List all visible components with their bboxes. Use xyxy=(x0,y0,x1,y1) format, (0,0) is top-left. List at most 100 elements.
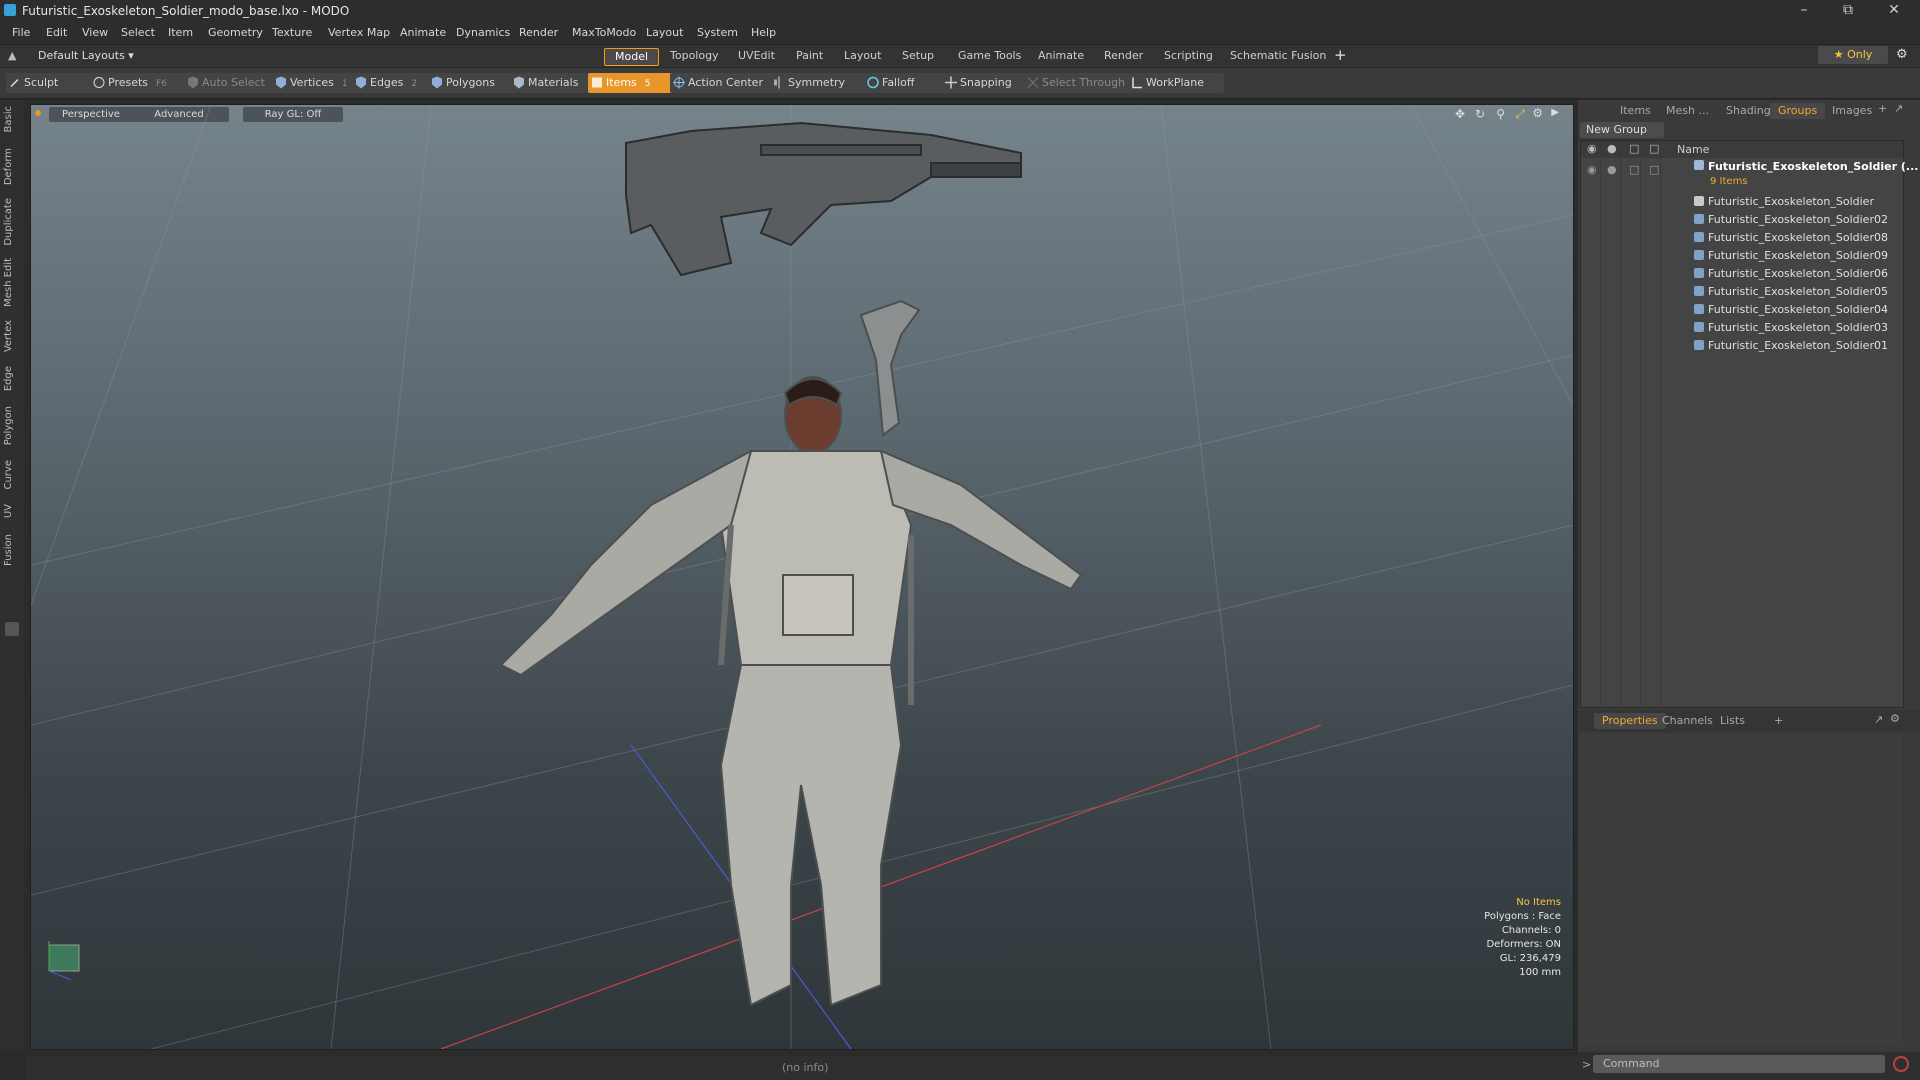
list-item[interactable]: Futuristic_Exoskeleton_Soldier06 xyxy=(1694,265,1888,282)
3d-viewport[interactable]: Perspective Advanced Ray GL: Off ✥ ↻ ⚲ ⤢… xyxy=(30,104,1574,1050)
tab-mesh-edit[interactable]: Mesh Edit xyxy=(3,258,21,307)
group-visibility-toggle[interactable]: ◉ xyxy=(1587,163,1597,176)
tab-animate[interactable]: Animate xyxy=(1028,48,1094,64)
action-center-button[interactable]: Action Center xyxy=(670,73,782,93)
tab-groups[interactable]: Groups xyxy=(1770,103,1826,119)
vertices-button[interactable]: Vertices 1 xyxy=(272,73,364,93)
edges-shortcut: 2 xyxy=(411,79,418,89)
expand-icon[interactable]: ↗ xyxy=(1894,102,1903,115)
properties-settings-icon[interactable]: ⚙ xyxy=(1890,712,1900,725)
presets-shortcut: F6 xyxy=(156,79,167,89)
menu-layout[interactable]: Layout xyxy=(646,26,683,39)
tab-paint[interactable]: Paint xyxy=(786,48,833,64)
new-group-button[interactable]: New Group xyxy=(1580,122,1664,138)
gear-icon[interactable]: ⚙ xyxy=(1896,47,1908,62)
select-through-button[interactable]: Select Through xyxy=(1024,73,1142,93)
menu-dynamics[interactable]: Dynamics xyxy=(456,26,510,39)
items-icon xyxy=(592,77,602,88)
tab-fusion[interactable]: Fusion xyxy=(3,534,21,566)
tab-layout[interactable]: Layout xyxy=(834,48,891,64)
menu-view[interactable]: View xyxy=(82,26,108,39)
tab-scripting[interactable]: Scripting xyxy=(1154,48,1223,64)
menu-animate[interactable]: Animate xyxy=(400,26,446,39)
polygons-button[interactable]: Polygons xyxy=(428,73,522,93)
presets-button[interactable]: Presets F6 xyxy=(90,73,188,93)
minimize-button[interactable]: – xyxy=(1784,0,1824,22)
panel-toggle-icon[interactable] xyxy=(5,622,19,636)
snapping-icon xyxy=(945,76,957,89)
tab-lists[interactable]: Lists xyxy=(1712,713,1753,729)
symmetry-button[interactable]: Symmetry xyxy=(770,73,872,93)
group-render-toggle[interactable]: ● xyxy=(1607,163,1617,176)
list-item[interactable]: Futuristic_Exoskeleton_Soldier01 xyxy=(1694,337,1888,354)
tab-edge[interactable]: Edge xyxy=(3,366,21,391)
falloff-button[interactable]: Falloff xyxy=(864,73,946,93)
items-button[interactable]: Items 5 xyxy=(588,73,674,93)
tab-mesh[interactable]: Mesh ... xyxy=(1658,103,1717,119)
list-item[interactable]: Futuristic_Exoskeleton_Soldier05 xyxy=(1694,283,1888,300)
close-button[interactable]: ✕ xyxy=(1874,0,1914,22)
tab-curve[interactable]: Curve xyxy=(3,460,21,490)
tab-model[interactable]: Model xyxy=(604,48,660,66)
tab-basic[interactable]: Basic xyxy=(3,106,21,132)
list-item-label: Futuristic_Exoskeleton_Soldier04 xyxy=(1708,303,1888,316)
list-item[interactable]: Futuristic_Exoskeleton_Soldier03 xyxy=(1694,319,1888,336)
main-toolbar: Sculpt Presets F6 Auto Select Vertices 1 E… xyxy=(0,68,1920,99)
list-item[interactable]: Futuristic_Exoskeleton_Soldier09 xyxy=(1694,247,1888,264)
tab-images[interactable]: Images xyxy=(1824,103,1880,119)
column-divider xyxy=(1620,140,1621,706)
only-toggle[interactable]: ★ Only xyxy=(1818,46,1888,64)
eye-column-icon: ◉ xyxy=(1587,142,1597,155)
command-input[interactable]: Command xyxy=(1593,1055,1885,1073)
tab-duplicate[interactable]: Duplicate xyxy=(3,198,21,246)
modo-app-icon xyxy=(4,4,16,16)
tab-topology[interactable]: Topology xyxy=(660,48,729,64)
vertices-label: Vertices xyxy=(290,76,334,89)
falloff-label: Falloff xyxy=(882,76,915,89)
list-item[interactable]: Futuristic_Exoskeleton_Soldier02 xyxy=(1694,211,1888,228)
tab-channels[interactable]: Channels xyxy=(1654,713,1721,729)
layout-selector[interactable]: Default Layouts ▾ xyxy=(38,49,134,62)
tab-game-tools[interactable]: Game Tools xyxy=(948,48,1031,64)
menu-item[interactable]: Item xyxy=(168,26,193,39)
tab-polygon[interactable]: Polygon xyxy=(3,406,21,445)
menu-texture[interactable]: Texture xyxy=(272,26,312,39)
sculpt-button[interactable]: Sculpt xyxy=(6,73,92,93)
tab-setup[interactable]: Setup xyxy=(892,48,944,64)
expand-properties-icon[interactable]: ↗ xyxy=(1874,713,1883,726)
list-item[interactable]: Futuristic_Exoskeleton_Soldier xyxy=(1694,193,1874,210)
mesh-icon xyxy=(1694,322,1704,332)
tab-schematic-fusion[interactable]: Schematic Fusion xyxy=(1220,48,1336,64)
edges-button[interactable]: Edges 2 xyxy=(352,73,436,93)
tab-render[interactable]: Render xyxy=(1094,48,1153,64)
record-icon[interactable] xyxy=(1893,1056,1909,1072)
menu-help[interactable]: Help xyxy=(751,26,776,39)
group-select-toggle[interactable]: □ xyxy=(1649,163,1659,176)
menu-vertex-map[interactable]: Vertex Map xyxy=(328,26,390,39)
menu-maxtomodo[interactable]: MaxToModo xyxy=(572,26,636,39)
vertices-shortcut: 1 xyxy=(341,79,348,89)
tab-vertex[interactable]: Vertex xyxy=(3,320,21,352)
menu-render[interactable]: Render xyxy=(519,26,558,39)
add-panel-tab-button[interactable]: + xyxy=(1878,102,1887,115)
edges-icon xyxy=(356,76,366,89)
tab-items[interactable]: Items xyxy=(1612,103,1659,119)
list-item[interactable]: Futuristic_Exoskeleton_Soldier04 xyxy=(1694,301,1888,318)
workplane-button[interactable]: WorkPlane xyxy=(1128,73,1224,93)
add-tab-button[interactable]: + xyxy=(1334,46,1347,64)
tab-uv[interactable]: UV xyxy=(3,504,21,518)
menu-geometry[interactable]: Geometry xyxy=(208,26,263,39)
menu-select[interactable]: Select xyxy=(121,26,155,39)
group-lock-toggle[interactable]: □ xyxy=(1629,163,1639,176)
add-properties-tab-button[interactable]: + xyxy=(1774,714,1783,727)
layout-collapse-icon[interactable]: ▲ xyxy=(8,49,16,62)
menu-edit[interactable]: Edit xyxy=(46,26,67,39)
menu-file[interactable]: File xyxy=(12,26,30,39)
restore-button[interactable]: ⧉ xyxy=(1828,0,1868,22)
group-row[interactable]: Futuristic_Exoskeleton_Soldier (... xyxy=(1694,160,1918,173)
menu-system[interactable]: System xyxy=(697,26,738,39)
falloff-icon xyxy=(867,76,879,89)
tab-uvedit[interactable]: UVEdit xyxy=(728,48,785,64)
list-item[interactable]: Futuristic_Exoskeleton_Soldier08 xyxy=(1694,229,1888,246)
tab-deform[interactable]: Deform xyxy=(3,148,21,185)
